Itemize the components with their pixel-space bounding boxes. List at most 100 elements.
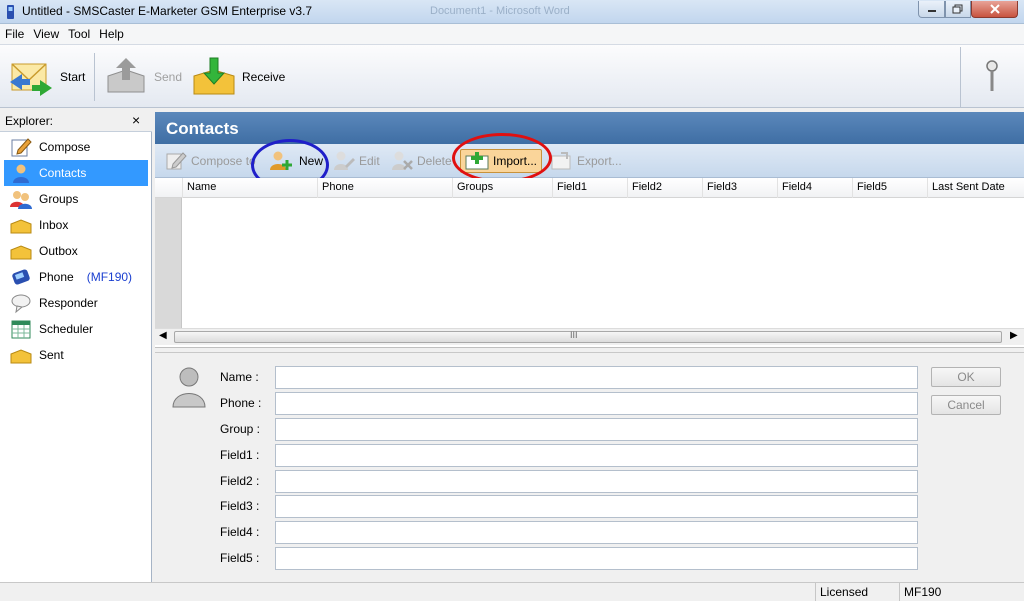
name-field[interactable] [275,366,918,389]
compose-to-button[interactable]: Compose to [161,149,260,173]
outbox-icon [10,245,32,260]
contact-avatar-icon [172,367,206,408]
receive-button[interactable]: Receive [192,51,285,103]
nav-label-phone: Phone [39,270,74,284]
send-icon [107,58,145,93]
status-bar: Licensed MF190 [0,582,1024,601]
row-selector-column [155,198,182,328]
nav-label-contacts: Contacts [39,166,87,180]
field3-label: Field3 : [220,499,260,513]
start-icon [10,63,52,96]
explorer-pane: Explorer: × Compose Contacts Groups Inbo… [0,110,152,582]
nav-phone-device: (MF190) [86,270,133,284]
explorer-header: Explorer: × [0,110,152,132]
annotation-circle-import [452,133,552,183]
export-icon [551,152,571,170]
scheduler-icon [11,320,31,339]
column-header-field3[interactable]: Field3 [702,178,777,198]
field2-label: Field2 : [220,474,260,488]
start-label: Start [60,70,86,84]
field5-input[interactable] [275,547,918,570]
explorer-close-button[interactable]: × [132,112,140,128]
field4-input[interactable] [275,521,918,544]
field1-label: Field1 : [220,448,260,462]
nav-label-compose: Compose [39,140,91,154]
maximize-button[interactable] [945,1,971,18]
menu-view[interactable]: View [28,24,63,41]
nav-label-groups: Groups [39,192,79,206]
nav-label-responder: Responder [39,296,98,310]
main-toolbar: Start Send Receive [0,44,1024,108]
horizontal-scrollbar[interactable]: ◀ III ▶ [155,328,1024,345]
background-window-title: Document1 - Microsoft Word [430,5,570,17]
field5-label: Field5 : [220,551,260,565]
groups-icon [10,191,32,209]
phone-label: Phone : [220,396,262,410]
name-label: Name : [220,370,259,384]
inbox-icon [10,219,32,234]
export-label: Export... [577,154,622,168]
column-header-field4[interactable]: Field4 [777,178,852,198]
compose-icon [11,138,32,157]
scroll-right-arrow-icon[interactable]: ▶ [1010,330,1018,341]
column-header-last-sent-date[interactable]: Last Sent Date [927,178,1024,198]
column-header-field2[interactable]: Field2 [627,178,702,198]
nav-item-outbox[interactable]: Outbox [4,238,148,264]
edit-contact-button[interactable]: Edit [329,149,384,173]
column-header-field5[interactable]: Field5 [852,178,927,198]
compose-to-label: Compose to [191,154,256,168]
menu-tool[interactable]: Tool [63,24,94,41]
restore-icon [952,4,963,14]
nav-item-contacts[interactable]: Contacts [4,160,148,186]
column-header-phone[interactable]: Phone [317,178,452,198]
title-bar: Untitled - SMSCaster E-Marketer GSM Ente… [0,0,1024,24]
nav-item-phone[interactable]: Phone (MF190) [4,264,148,290]
pin-toolbar-button[interactable] [960,47,1022,107]
close-icon [989,4,1000,14]
contacts-icon [13,164,29,183]
send-button[interactable]: Send [104,51,182,103]
scroll-grip: III [570,330,578,340]
menu-help[interactable]: Help [94,24,128,41]
receive-icon [193,57,235,95]
contact-detail-form: Name : Phone : Group : Field1 : Field2 :… [155,352,1024,582]
nav-item-compose[interactable]: Compose [4,134,148,160]
nav-item-sent[interactable]: Sent [4,342,148,368]
compose-to-icon [166,152,187,170]
minimize-button[interactable] [918,1,945,18]
field1-input[interactable] [275,444,918,467]
contacts-table[interactable]: Name Phone Groups Field1 Field2 Field3 F… [155,178,1024,348]
menu-file[interactable]: File [0,24,28,41]
nav-item-inbox[interactable]: Inbox [4,212,148,238]
toolbar-separator [94,53,95,101]
export-button[interactable]: Export... [547,149,626,173]
explorer-title: Explorer: [5,114,54,128]
app-icon [7,5,14,19]
menu-bar: File View Tool Help [0,24,1024,44]
column-header-name[interactable]: Name [182,178,317,198]
cancel-button[interactable]: Cancel [931,395,1001,415]
field3-input[interactable] [275,495,918,518]
nav-item-groups[interactable]: Groups [4,186,148,212]
nav-label-scheduler: Scheduler [39,322,94,336]
start-button[interactable]: Start [8,51,85,103]
column-header-field1[interactable]: Field1 [552,178,627,198]
scrollbar-thumb[interactable]: III [174,330,1002,343]
group-field[interactable] [275,418,918,441]
license-status: Licensed [815,583,899,601]
close-button[interactable] [971,1,1018,18]
delete-contact-button[interactable]: Delete [387,149,456,173]
edit-contact-label: Edit [359,154,380,168]
nav-item-scheduler[interactable]: Scheduler [4,316,148,342]
phone-field[interactable] [275,392,918,415]
ok-button[interactable]: OK [931,367,1001,387]
page-title: Contacts [166,119,239,138]
nav-label-sent: Sent [39,348,64,362]
receive-label: Receive [242,70,286,84]
field2-input[interactable] [275,470,918,493]
nav-item-responder[interactable]: Responder [4,290,148,316]
group-label: Group : [220,422,261,436]
column-header-groups[interactable]: Groups [452,178,552,198]
minimize-icon [927,10,936,12]
scroll-left-arrow-icon[interactable]: ◀ [159,330,167,341]
